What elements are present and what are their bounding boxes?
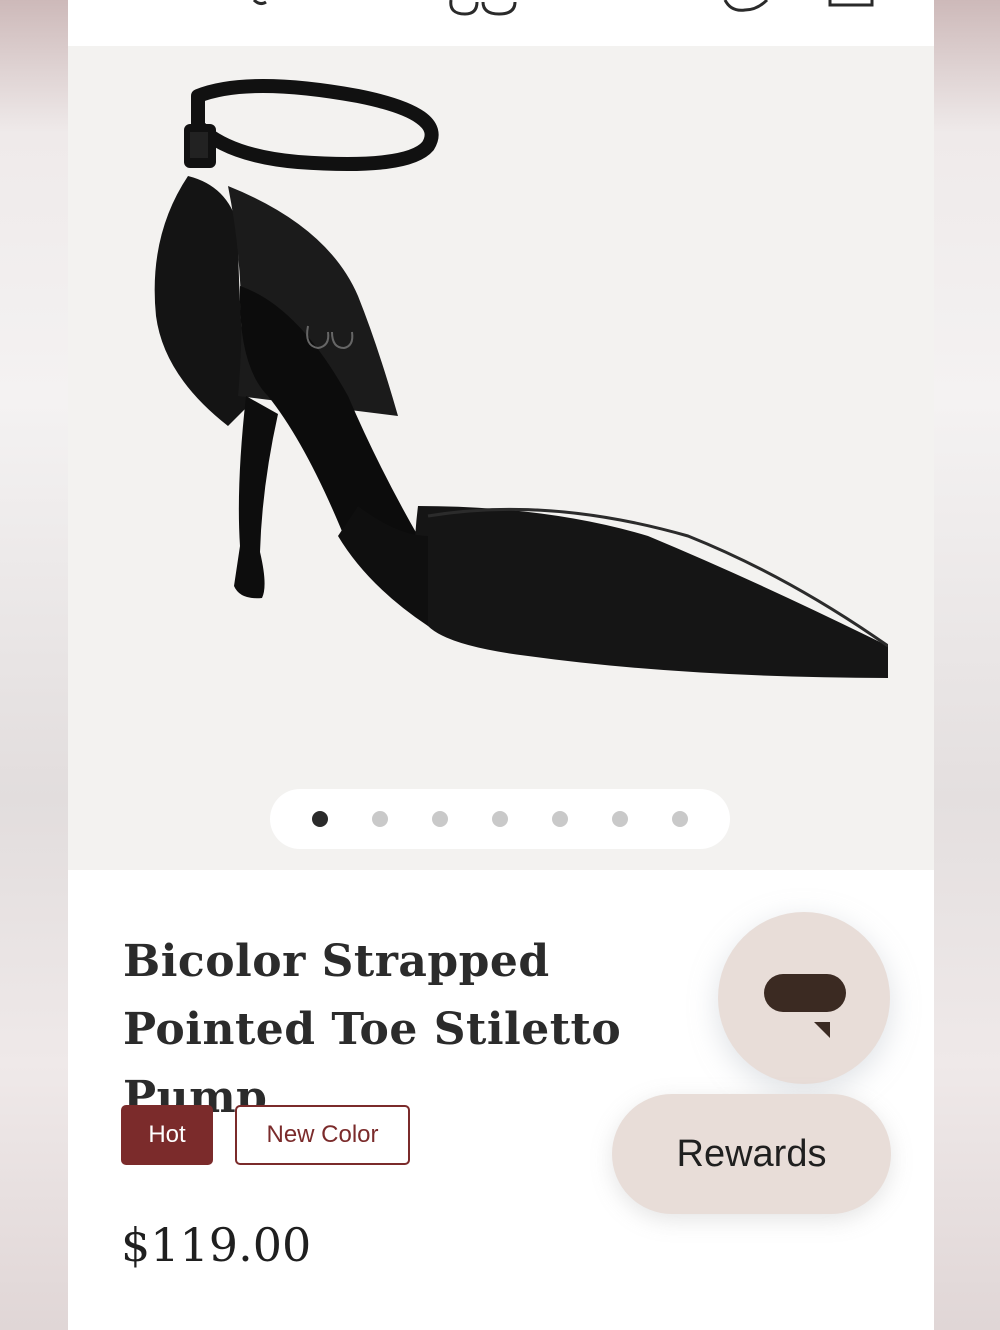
- pagination-dot-5[interactable]: [552, 811, 568, 827]
- product-badges: Hot New Color: [121, 1105, 410, 1165]
- brand-logo[interactable]: [443, 0, 533, 18]
- pagination-dot-4[interactable]: [492, 811, 508, 827]
- account-icon[interactable]: [723, 0, 773, 12]
- pagination-dot-3[interactable]: [432, 811, 448, 827]
- background-right: [934, 0, 1000, 1330]
- pagination-dot-6[interactable]: [612, 811, 628, 827]
- pagination-dot-2[interactable]: [372, 811, 388, 827]
- pagination-dot-7[interactable]: [672, 811, 688, 827]
- product-page: Bicolor Strapped Pointed Toe Stiletto Pu…: [68, 0, 934, 1330]
- top-header: [68, 0, 934, 46]
- hot-badge: Hot: [121, 1105, 213, 1165]
- product-image-gallery[interactable]: [68, 46, 934, 870]
- chat-button[interactable]: [718, 912, 890, 1084]
- new-color-badge: New Color: [235, 1105, 410, 1165]
- bag-icon[interactable]: [828, 0, 878, 10]
- background-left: [0, 0, 68, 1330]
- gallery-pagination: [270, 789, 730, 849]
- pagination-dot-1[interactable]: [312, 811, 328, 827]
- search-icon[interactable]: [246, 0, 286, 10]
- rewards-button[interactable]: Rewards: [612, 1094, 891, 1214]
- product-image[interactable]: [128, 66, 888, 706]
- product-price: $119.00: [121, 1218, 312, 1272]
- chat-bubble-icon: [764, 974, 846, 1038]
- product-title: Bicolor Strapped Pointed Toe Stiletto Pu…: [123, 936, 622, 1123]
